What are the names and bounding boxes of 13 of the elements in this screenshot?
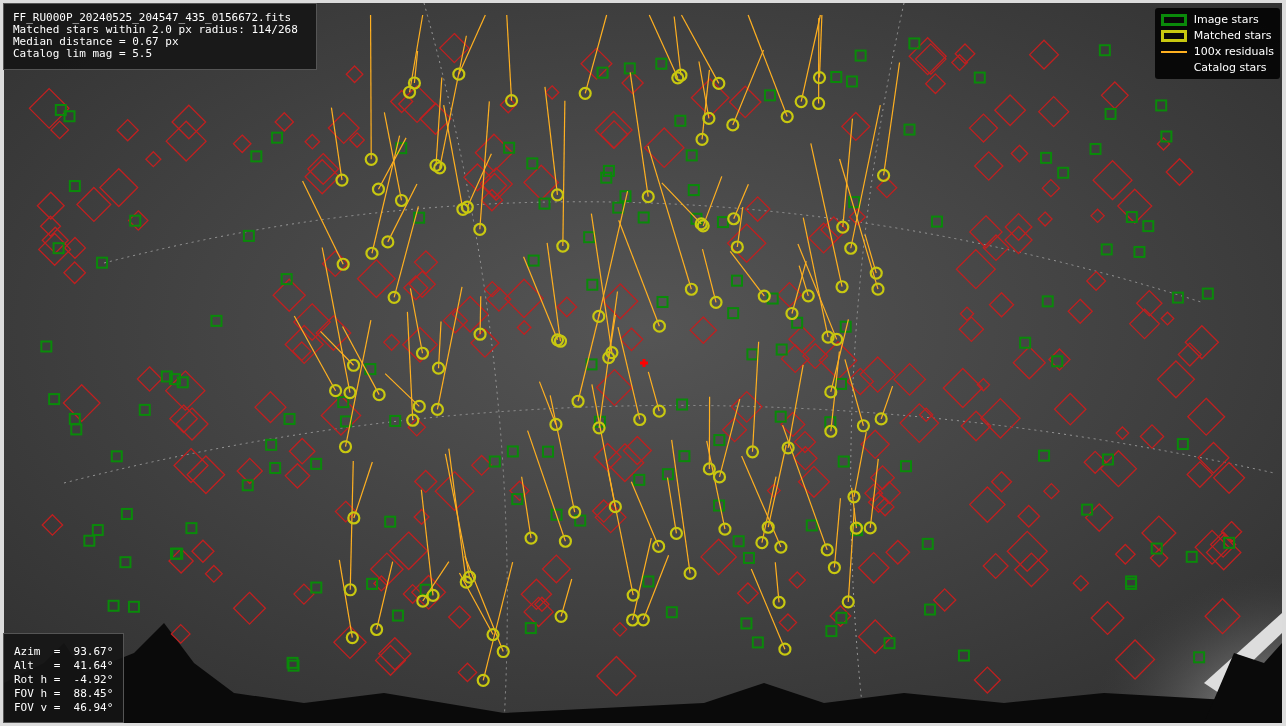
pointing-text: Rot h = -4.92° (14, 674, 114, 686)
pointing-text: Alt = 41.64° (14, 660, 114, 672)
legend-label: Matched stars (1193, 29, 1272, 42)
pointing-text: FOV h = 88.45° (14, 688, 114, 700)
info-text: Median distance = 0.67 px (13, 36, 180, 48)
legend-label: Image stars (1193, 13, 1259, 26)
legend-label: 100x residuals (1193, 45, 1274, 58)
pointing-text: Azim = 93.67° (14, 646, 114, 658)
info-text: Matched stars within 2.0 px radius: 114/268 (13, 24, 298, 36)
info-text: FF_RU000P_20240525_204547_435_0156672.fits (13, 12, 293, 24)
pointing-text: FOV v = 46.94° (14, 702, 114, 714)
legend-label: Catalog stars (1193, 61, 1267, 74)
info-text: Catalog lim mag = 5.5 (13, 48, 154, 60)
